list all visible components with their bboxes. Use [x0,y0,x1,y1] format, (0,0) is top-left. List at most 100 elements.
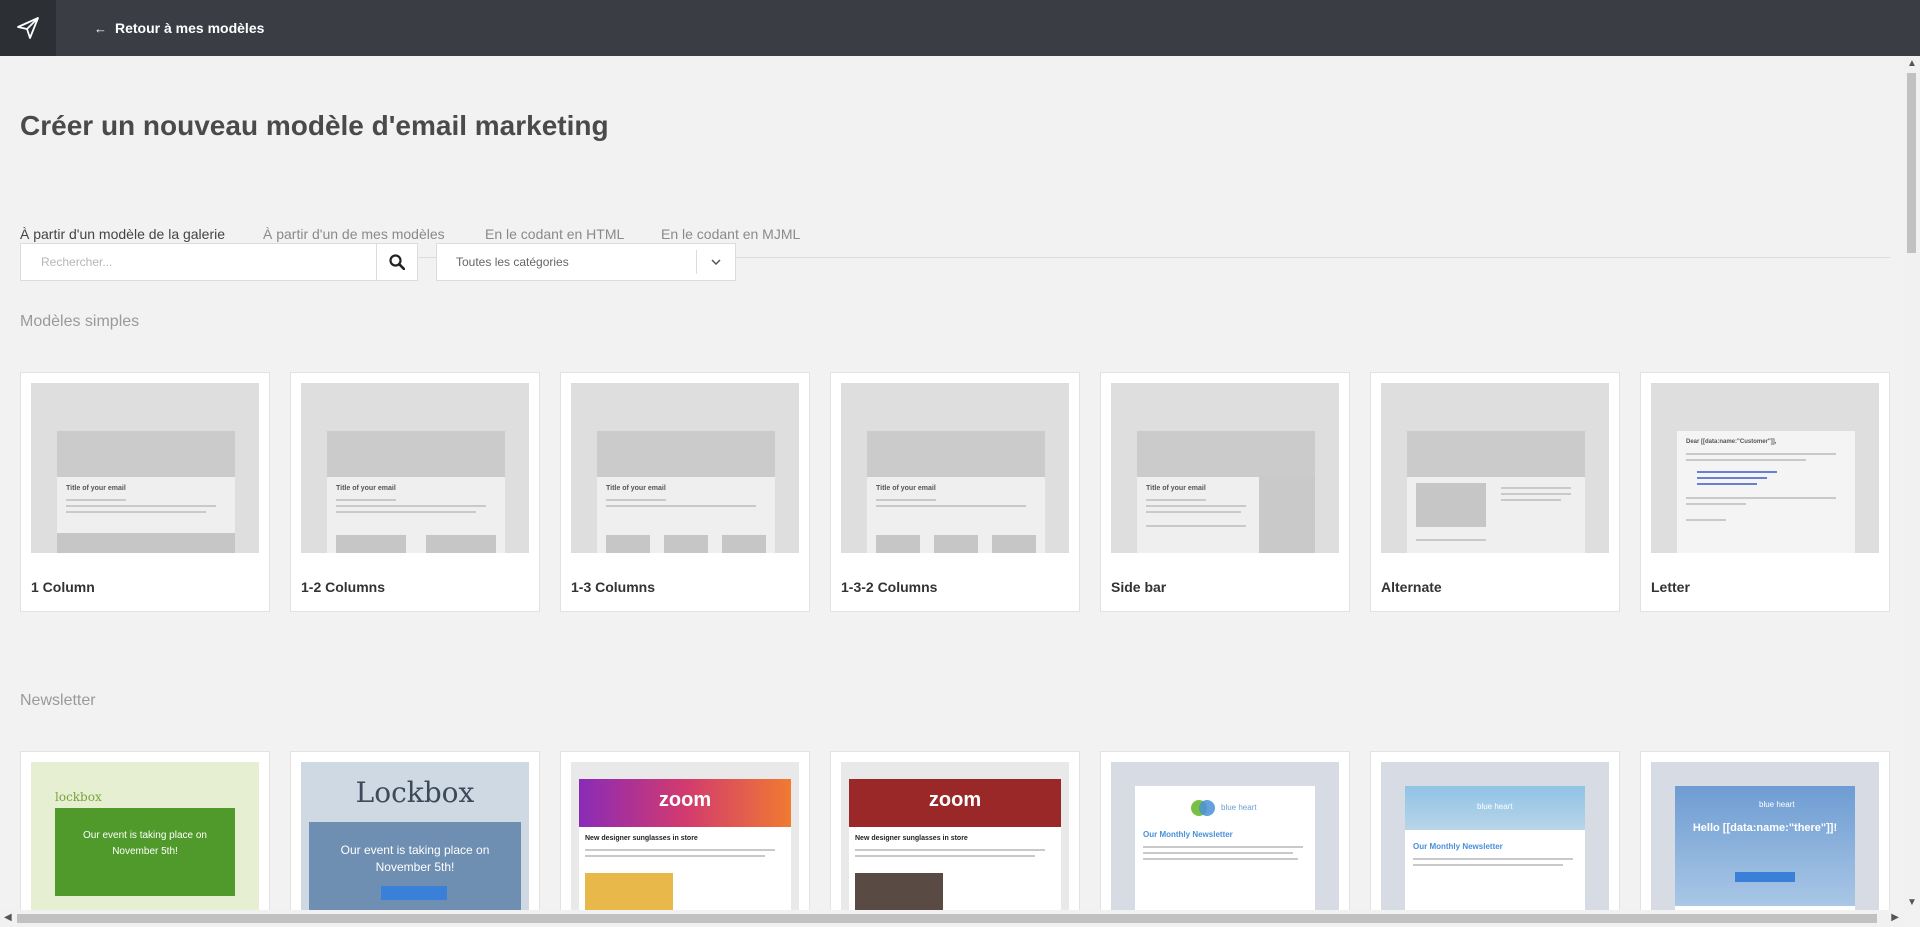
newsletter-card-lockbox-blue[interactable]: Lockbox Our event is taking place on Nov… [290,751,540,910]
preview-text-line [336,505,486,507]
newsletter-card-blueheart-1[interactable]: blue heart Our Monthly Newsletter [1100,751,1350,910]
preview-text-line [66,505,216,507]
preview-body [1407,477,1585,553]
preview-link-line [1697,483,1757,485]
preview-headline: New designer sunglasses in store [855,835,968,842]
preview-block [664,535,708,553]
template-card-side-bar[interactable]: Title of your email Side bar [1100,372,1350,612]
preview-text-line [1146,511,1241,513]
preview-text-line [1143,846,1303,848]
section-title-newsletter: Newsletter [20,692,96,709]
back-link-label: Retour à mes modèles [115,20,265,36]
preview-headline: Our event is taking place on November 5t… [83,830,207,857]
preview-text-line [336,511,476,513]
app-logo[interactable] [0,0,56,56]
template-thumbnail: Lockbox Our event is taking place on Nov… [301,762,529,910]
top-bar: ← Retour à mes modèles [0,0,1920,56]
search-icon [389,254,405,270]
preview-text-line [606,499,666,501]
template-card-1-3-2-columns[interactable]: Title of your email 1-3-2 Columns [830,372,1080,612]
preview-block [876,535,920,553]
preview-text-line [1143,852,1293,854]
preview-text-line [606,505,756,507]
preview-hero: blue heart [1405,786,1585,830]
search-box [20,243,418,281]
preview-hero: zoom [579,779,791,827]
template-thumbnail: zoom New designer sunglasses in store [571,762,799,910]
preview-body: Dear [[data:name:"Customer"]], [1677,431,1855,553]
preview-hero: zoom [849,779,1061,827]
back-to-templates-link[interactable]: ← Retour à mes modèles [94,0,264,56]
preview-title: Title of your email [606,485,666,492]
preview-image [855,873,943,910]
preview-cta [1735,872,1795,882]
preview-block [426,535,496,553]
preview-body: blue heart Our Monthly Newsletter [1405,786,1585,910]
newsletter-card-zoom-red[interactable]: zoom New designer sunglasses in store [830,751,1080,910]
template-card-letter[interactable]: Dear [[data:name:"Customer"]], Letter [1640,372,1890,612]
preview-text-line [1686,519,1726,521]
preview-hero: Our event is taking place on November 5t… [55,808,235,896]
preview-brand: lockbox [55,790,102,804]
vertical-scrollbar[interactable]: ▲ ▼ [1903,56,1920,910]
preview-hero: blue heart Hello [[data:name:"there"]]! [1675,786,1855,906]
preview-hero-image [597,431,775,477]
scroll-right-icon[interactable]: ▶ [1891,912,1899,923]
preview-text-line [1686,497,1836,499]
category-dropdown-toggle[interactable] [696,250,735,274]
preview-block [1416,483,1486,527]
search-button[interactable] [376,244,417,280]
preview-text-line [1501,493,1571,495]
preview-headline: Hello [[data:name:"there"]]! [1692,822,1838,834]
preview-brand: Lockbox [355,776,475,809]
preview-body: New designer sunglasses in store [579,827,791,910]
preview-text-line [1686,459,1806,461]
preview-text-line [1686,453,1836,455]
template-label: 1 Column [31,579,95,595]
preview-title: Dear [[data:name:"Customer"]], [1686,439,1777,445]
category-select[interactable]: Toutes les catégories [436,243,736,281]
preview-sidebar [1259,477,1315,553]
preview-hero-image [327,431,505,477]
page-title: Créer un nouveau modèle d'email marketin… [20,110,609,141]
template-card-1-column[interactable]: Title of your email 1 Column [20,372,270,612]
preview-image [585,873,673,910]
scroll-up-icon[interactable]: ▲ [1907,58,1917,69]
template-card-1-2-columns[interactable]: Title of your email 1-2 Columns [290,372,540,612]
preview-brand: blue heart [1759,800,1795,809]
preview-hero: Our event is taking place on November 5t… [309,822,521,910]
preview-text-line [1686,503,1746,505]
preview-hero-image [1137,431,1315,477]
newsletter-card-lockbox-green[interactable]: lockbox Our event is taking place on Nov… [20,751,270,910]
template-label: Side bar [1111,579,1167,595]
template-card-1-3-columns[interactable]: Title of your email 1-3 Columns [560,372,810,612]
template-label: 1-3-2 Columns [841,579,938,595]
arrow-left-icon: ← [94,20,107,36]
preview-title: Title of your email [336,485,396,492]
newsletter-card-blueheart-2[interactable]: blue heart Our Monthly Newsletter [1370,751,1620,910]
template-thumbnail [1381,383,1609,553]
paper-plane-icon [17,17,39,39]
preview-body: Title of your email [327,477,505,553]
preview-title: Title of your email [876,485,936,492]
preview-headline: Our Monthly Newsletter [1413,842,1503,851]
vertical-scroll-thumb[interactable] [1907,73,1916,253]
template-card-alternate[interactable]: Alternate [1370,372,1620,612]
scroll-left-icon[interactable]: ◀ [4,912,12,923]
preview-body: New designer sunglasses in store [849,827,1061,910]
preview-block [336,535,406,553]
horizontal-scroll-thumb[interactable] [17,914,1877,923]
preview-brand: blue heart [1477,802,1513,811]
horizontal-scrollbar[interactable]: ◀ ▶ [0,910,1903,927]
scroll-down-icon[interactable]: ▼ [1907,897,1917,908]
preview-text-line [855,855,1035,857]
preview-text-line [876,505,1026,507]
template-thumbnail: Title of your email [1111,383,1339,553]
template-thumbnail: zoom New designer sunglasses in store [841,762,1069,910]
template-thumbnail: Title of your email [571,383,799,553]
newsletter-card-zoom-purple[interactable]: zoom New designer sunglasses in store [560,751,810,910]
newsletter-card-blueheart-3[interactable]: blue heart Hello [[data:name:"there"]]! [1640,751,1890,910]
search-input[interactable] [21,244,379,280]
preview-body: Title of your email [57,477,235,553]
preview-block [722,535,766,553]
